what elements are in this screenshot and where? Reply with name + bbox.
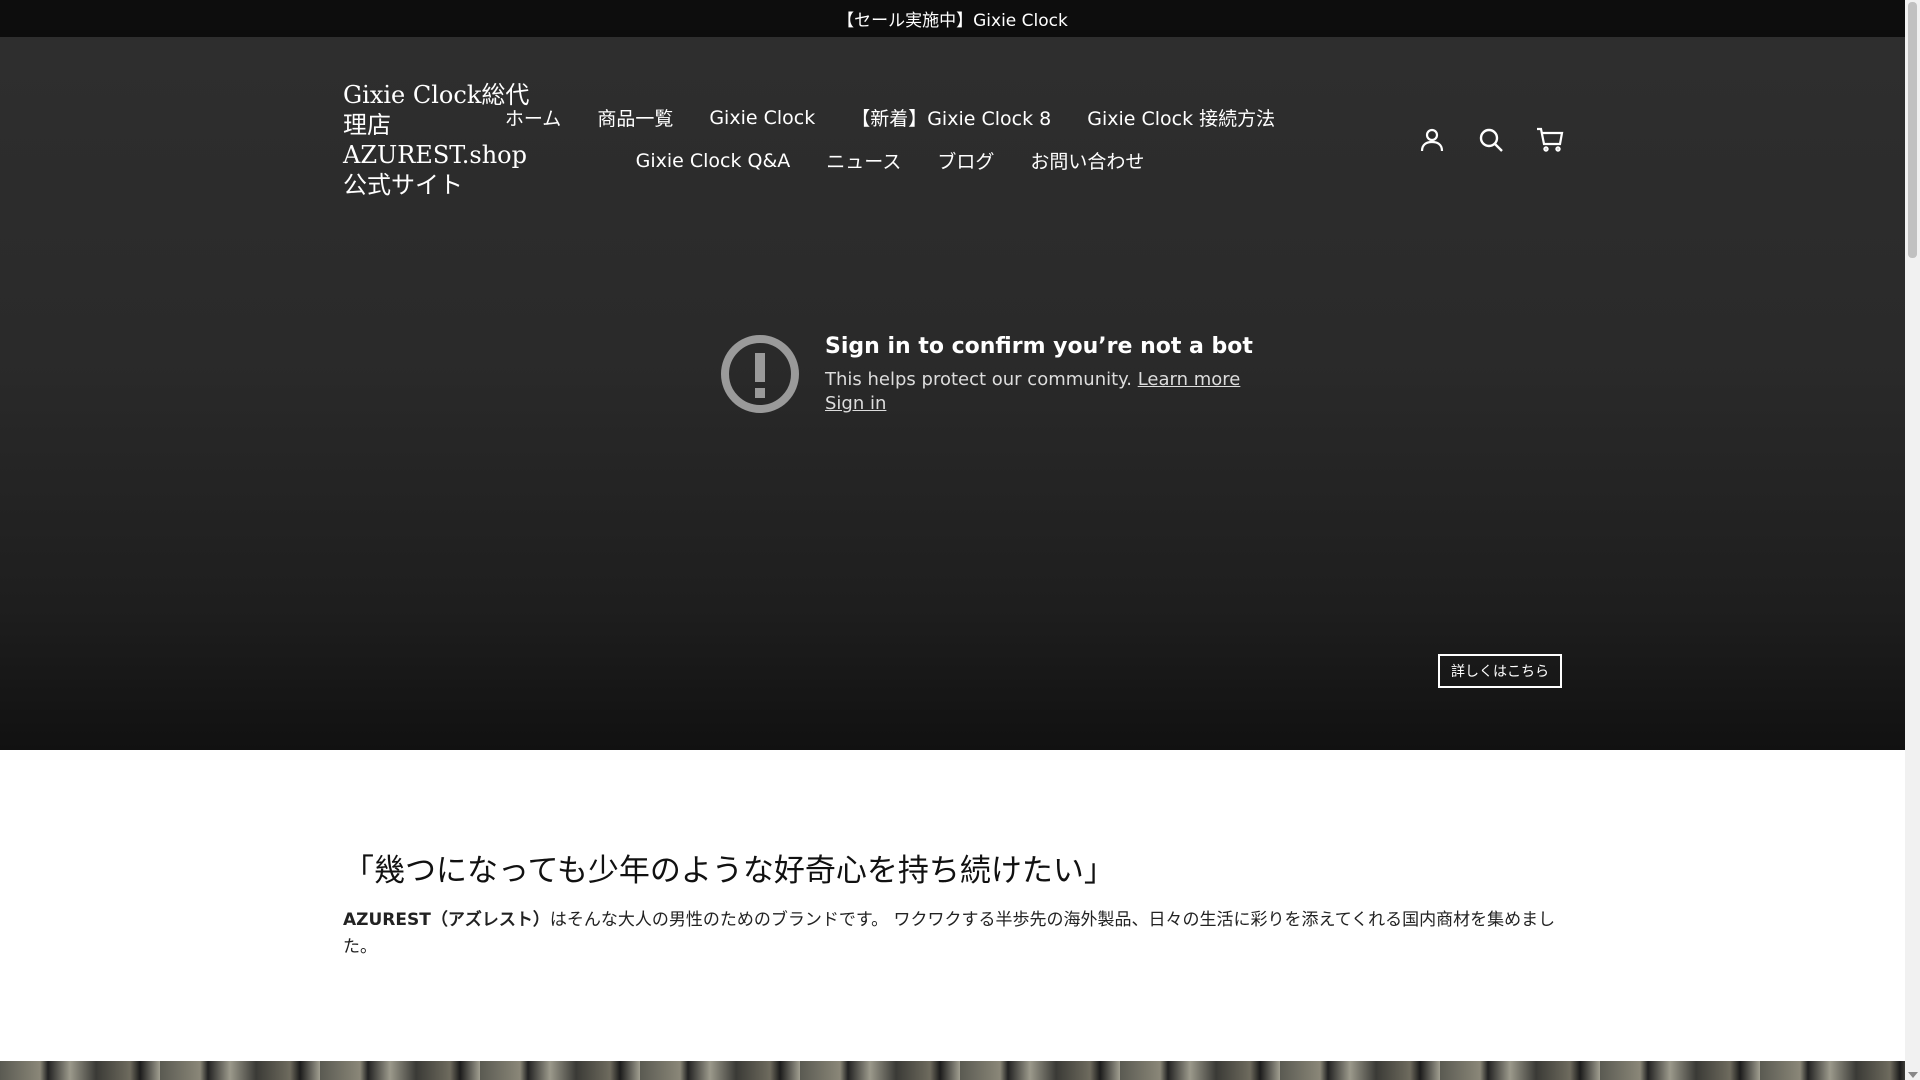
nav-row-2: Gixie Clock Q&A ニュース ブログ お問い合わせ (560, 139, 1220, 182)
scrollbar-thumb[interactable] (1908, 2, 1917, 258)
sign-in-link[interactable]: Sign in (825, 393, 886, 414)
intro-text: AZUREST（アズレスト）はそんな大人の男性のためのブランドです。 ワクワクす… (343, 907, 1563, 961)
nav-item-gixie-clock[interactable]: Gixie Clock (691, 107, 833, 129)
section-headline: 「幾つになっても少年のような好奇心を持ち続けたい」 (343, 853, 1115, 889)
nav-item-news[interactable]: ニュース (808, 147, 919, 174)
page-scrollbar[interactable] (1905, 0, 1920, 1080)
bot-check-title: Sign in to confirm you’re not a bot (825, 334, 1253, 359)
announcement-text[interactable]: 【セール実施中】Gixie Clock (837, 6, 1068, 31)
details-button[interactable]: 詳しくはこちら (1438, 654, 1562, 688)
search-icon[interactable] (1477, 126, 1505, 154)
bot-check-description: This helps protect our community. (825, 369, 1132, 390)
nav-item-new-gixie-clock-8[interactable]: 【新着】Gixie Clock 8 (833, 104, 1069, 131)
nav-item-qa[interactable]: Gixie Clock Q&A (618, 150, 809, 172)
account-icon[interactable] (1418, 126, 1446, 154)
nav-item-contact[interactable]: お問い合わせ (1012, 147, 1162, 174)
bot-check-text: This helps protect our community. Learn … (825, 369, 1240, 390)
cart-icon[interactable] (1536, 126, 1564, 154)
nav-item-home[interactable]: ホーム (487, 104, 579, 131)
learn-more-link[interactable]: Learn more (1138, 369, 1241, 390)
image-banner-preview (0, 1061, 1905, 1080)
nav-item-blog[interactable]: ブログ (919, 147, 1012, 174)
announcement-bar[interactable]: 【セール実施中】Gixie Clock (0, 0, 1905, 37)
nav-row-1: ホーム 商品一覧 Gixie Clock 【新着】Gixie Clock 8 G… (505, 96, 1275, 139)
header-icons (1418, 126, 1564, 154)
site-logo[interactable]: Gixie Clock総代理店AZUREST.shop公式サイト (343, 80, 543, 200)
nav-item-products[interactable]: 商品一覧 (579, 104, 691, 131)
brand-name: AZUREST（アズレスト） (343, 910, 550, 930)
scroll-down-arrow-icon[interactable] (1908, 1072, 1918, 1078)
main-nav: ホーム 商品一覧 Gixie Clock 【新着】Gixie Clock 8 G… (505, 96, 1275, 182)
nav-item-connection-guide[interactable]: Gixie Clock 接続方法 (1069, 104, 1293, 131)
video-embed-message: Sign in to confirm you’re not a bot This… (720, 334, 1253, 424)
alert-icon (721, 335, 799, 413)
